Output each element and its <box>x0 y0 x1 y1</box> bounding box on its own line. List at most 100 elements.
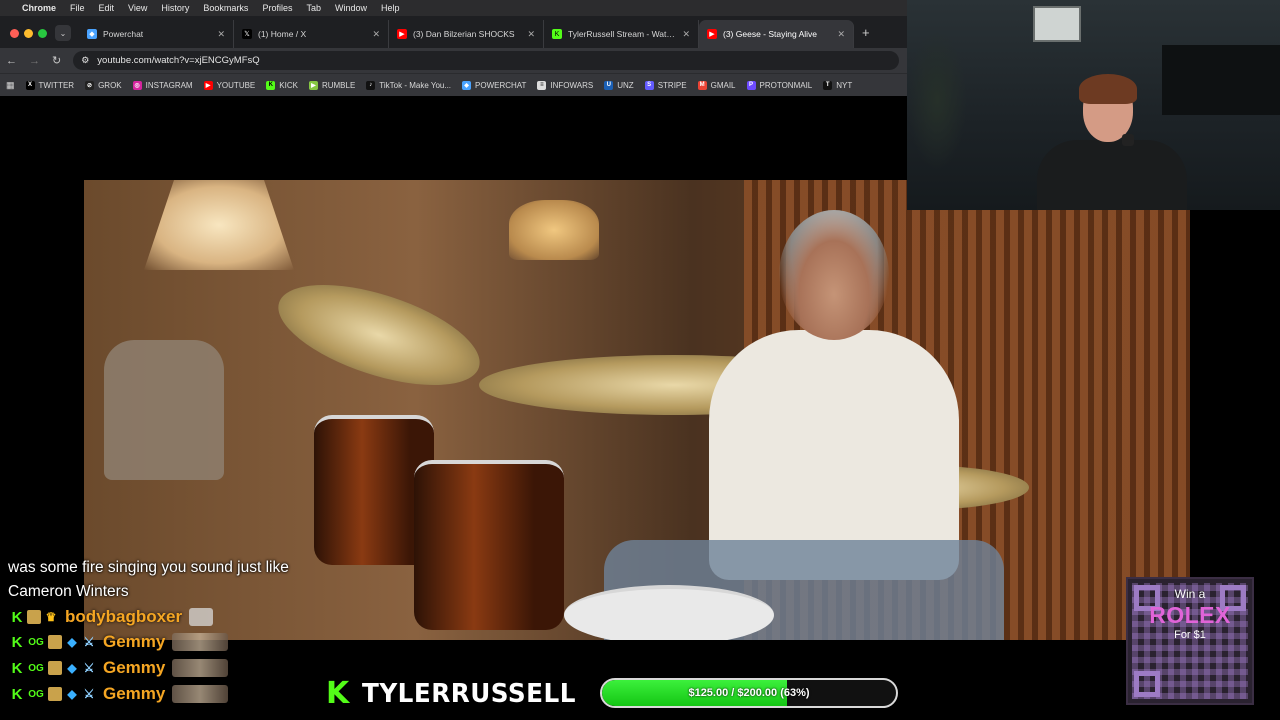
tiktok-icon: ♪ <box>366 80 376 90</box>
menu-app-name[interactable]: Chrome <box>22 3 56 13</box>
bookmark-label: YOUTUBE <box>216 80 256 90</box>
bookmark-label: KICK <box>279 80 298 90</box>
instagram-icon: ◎ <box>132 80 142 90</box>
webcam-plant <box>907 30 967 170</box>
new-tab-plus-icon[interactable]: + <box>854 25 878 48</box>
armchair <box>104 340 224 480</box>
video-letterbox <box>0 96 907 180</box>
promo-line-win: Win a <box>1174 587 1206 601</box>
close-tab-icon[interactable]: ✕ <box>217 29 225 40</box>
streamer-brand: K TYLERRUSSELL <box>326 676 587 712</box>
forward-arrow-icon[interactable]: → <box>29 55 40 67</box>
qr-finder-pattern <box>1134 671 1160 697</box>
tab-youtube-geese-active[interactable]: ▶ (3) Geese - Staying Alive ✕ <box>699 20 854 48</box>
macos-menu-bar: Chrome File Edit View History Bookmarks … <box>0 0 907 16</box>
bookmark-label: TWITTER <box>38 80 75 90</box>
tab-search-button[interactable]: ⌄ <box>55 25 71 41</box>
minimize-window-button[interactable] <box>24 28 33 38</box>
menu-help[interactable]: Help <box>381 3 400 13</box>
bookmark-youtube[interactable]: ▶ YOUTUBE <box>203 80 256 90</box>
bookmark-twitter[interactable]: X TWITTER <box>25 80 75 90</box>
bookmark-label: POWERCHAT <box>475 80 527 90</box>
infowars-icon: ≡ <box>537 80 547 90</box>
tab-title: (3) Geese - Staying Alive <box>723 29 818 39</box>
x-icon: 𝕏 <box>242 29 252 39</box>
bookmark-infowars[interactable]: ≡ INFOWARS <box>537 80 594 90</box>
close-window-button[interactable] <box>10 28 19 38</box>
bookmark-instagram[interactable]: ◎ INSTAGRAM <box>132 80 193 90</box>
fullscreen-window-button[interactable] <box>38 28 47 38</box>
bookmark-stripe[interactable]: S STRIPE <box>644 80 687 90</box>
bookmark-label: INFOWARS <box>550 80 594 90</box>
bookmark-label: PROTONMAIL <box>759 80 813 90</box>
browser-toolbar: ← → ↻ ⚙ youtube.com/watch?v=xjENCGyMFsQ <box>0 48 907 73</box>
bookmark-protonmail[interactable]: P PROTONMAIL <box>746 80 813 90</box>
bookmark-label: GMAIL <box>710 80 736 90</box>
menu-edit[interactable]: Edit <box>99 3 115 13</box>
chat-row: K OG ◆ ⚔ Gemmy <box>10 683 229 705</box>
chat-row: K ♛ bodybagboxer <box>10 606 214 628</box>
tab-title: (1) Home / X <box>258 29 307 39</box>
rolex-giveaway-promo: Win a ROLEX For $1 <box>1126 577 1254 705</box>
tab-title: (3) Dan Bilzerian SHOCKS <box>413 29 515 39</box>
tab-youtube-dan-bilzerian[interactable]: ▶ (3) Dan Bilzerian SHOCKS ✕ <box>389 20 544 48</box>
close-tab-icon[interactable]: ✕ <box>372 29 380 40</box>
stripe-icon: S <box>644 80 654 90</box>
menu-file[interactable]: File <box>70 3 85 13</box>
bookmark-powerchat[interactable]: ◆ POWERCHAT <box>462 80 527 90</box>
tab-kick-stream[interactable]: K TylerRussell Stream - Watch l ✕ <box>544 20 699 48</box>
tab-x-home[interactable]: 𝕏 (1) Home / X ✕ <box>234 20 389 48</box>
menu-bookmarks[interactable]: Bookmarks <box>203 3 248 13</box>
bookmark-nyt[interactable]: T NYT <box>823 80 852 90</box>
powerchat-icon: ◆ <box>87 29 97 39</box>
promo-text: Win a ROLEX For $1 <box>1128 587 1252 641</box>
rumble-icon: ▶ <box>308 80 318 90</box>
og-badge-icon: OG <box>28 662 44 674</box>
menu-profiles[interactable]: Profiles <box>262 3 292 13</box>
url-text[interactable]: youtube.com/watch?v=xjENCGyMFsQ <box>97 55 259 66</box>
menu-tab[interactable]: Tab <box>306 3 321 13</box>
snare-drum <box>564 585 774 640</box>
bookmark-gmail[interactable]: M GMAIL <box>697 80 736 90</box>
back-arrow-icon[interactable]: ← <box>6 55 17 67</box>
bookmark-rumble[interactable]: ▶ RUMBLE <box>308 80 355 90</box>
menu-window[interactable]: Window <box>335 3 367 13</box>
youtube-icon: ▶ <box>397 29 407 39</box>
background-lamp <box>509 200 599 260</box>
youtube-icon: ▶ <box>707 29 717 39</box>
emote-image <box>172 659 229 677</box>
close-tab-icon[interactable]: ✕ <box>837 29 845 40</box>
chat-message-text: was some fire singing you sound just lik… <box>8 559 289 600</box>
menu-view[interactable]: View <box>128 3 147 13</box>
sword-badge-icon: ⚔ <box>83 661 95 675</box>
site-info-icon[interactable]: ⚙ <box>81 55 89 66</box>
floor-tom-drum <box>414 460 564 630</box>
close-tab-icon[interactable]: ✕ <box>527 29 535 40</box>
powerchat-icon: ◆ <box>462 80 472 90</box>
drummer-head <box>779 210 889 340</box>
gmail-icon: M <box>697 80 707 90</box>
address-bar[interactable]: ⚙ youtube.com/watch?v=xjENCGyMFsQ <box>73 51 899 70</box>
emote-image <box>172 685 229 703</box>
tab-powerchat[interactable]: ◆ Powerchat ✕ <box>79 20 234 48</box>
streamer-body <box>1037 140 1187 210</box>
bookmark-kick[interactable]: K KICK <box>266 80 298 90</box>
kick-badge-icon: K <box>11 685 23 703</box>
browser-tab-strip: ⌄ ◆ Powerchat ✕ 𝕏 (1) Home / X ✕ ▶ (3) D… <box>0 16 907 48</box>
webcam-tv <box>1162 45 1280 115</box>
reload-icon[interactable]: ↻ <box>52 54 61 67</box>
emote-image <box>172 633 229 651</box>
gift-badge-icon <box>48 661 62 675</box>
chat-row: K OG ◆ ⚔ Gemmy <box>10 657 229 679</box>
bookmark-label: TikTok - Make You... <box>379 80 452 90</box>
bookmark-label: UNZ <box>617 80 634 90</box>
sword-badge-icon: ⚔ <box>83 687 95 701</box>
og-badge-icon: OG <box>28 636 44 648</box>
gift-badge-icon <box>48 687 62 701</box>
bookmark-tiktok[interactable]: ♪ TikTok - Make You... <box>366 80 452 90</box>
bookmark-grok[interactable]: ⊘ GROK <box>85 80 122 90</box>
bookmark-unz[interactable]: U UNZ <box>604 80 634 90</box>
apps-grid-icon[interactable]: ▦ <box>6 80 15 91</box>
menu-history[interactable]: History <box>161 3 189 13</box>
close-tab-icon[interactable]: ✕ <box>682 29 690 40</box>
